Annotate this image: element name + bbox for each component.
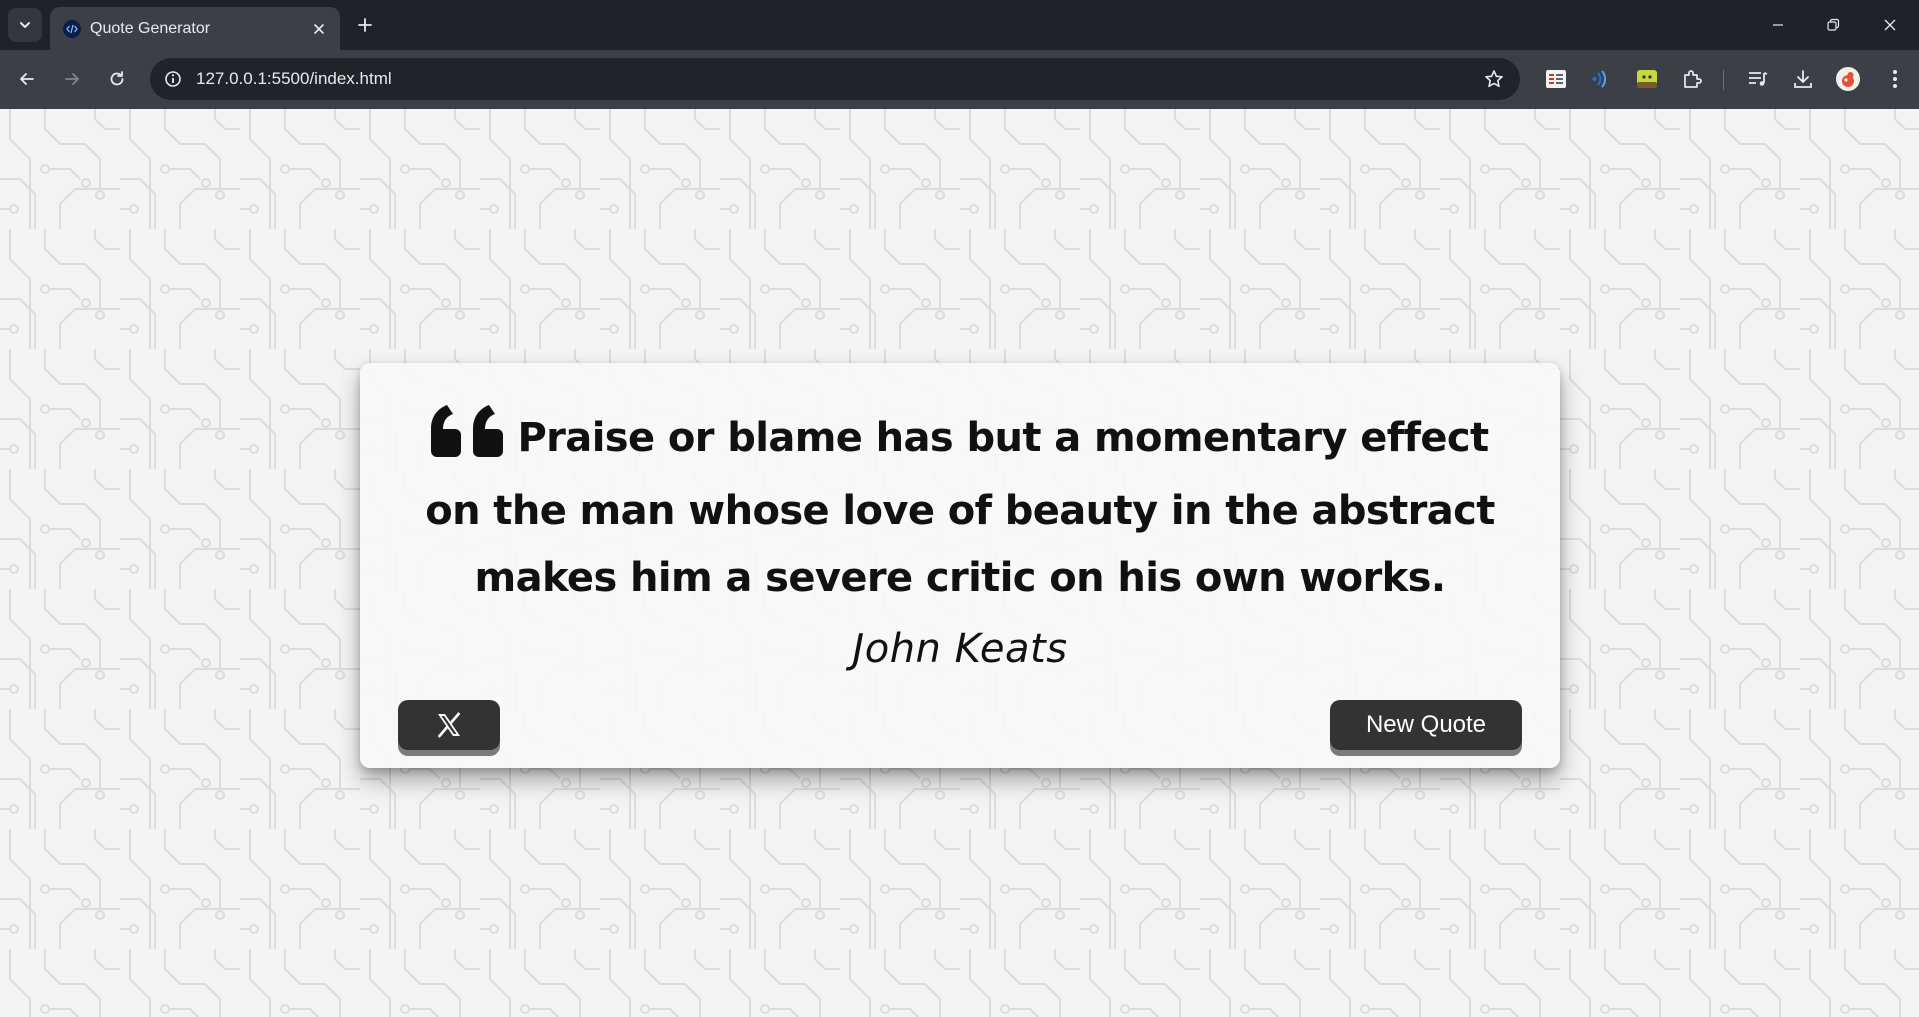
- reload-button[interactable]: [100, 62, 134, 96]
- browser-tabstrip: Quote Generator: [0, 0, 1919, 50]
- chevron-down-icon: [20, 22, 30, 28]
- restore-button[interactable]: [1805, 0, 1861, 50]
- quote-left-icon: [431, 405, 504, 478]
- quote-text-block: Praise or blame has but a momentary effe…: [400, 405, 1520, 612]
- tab-close-button[interactable]: [308, 18, 330, 40]
- avatar-icon[interactable]: [1833, 64, 1863, 94]
- minimize-button[interactable]: [1750, 0, 1806, 50]
- close-icon: [1884, 19, 1896, 31]
- green-extension-icon[interactable]: [1632, 64, 1662, 94]
- forward-arrow-icon: [65, 73, 79, 85]
- minimize-icon: [1773, 24, 1783, 26]
- restore-icon: [1827, 18, 1840, 31]
- download-icon[interactable]: [1788, 64, 1818, 94]
- back-button[interactable]: [10, 62, 44, 96]
- plus-icon: [358, 18, 372, 32]
- toolbar-separator: [1723, 70, 1724, 90]
- x-logo-icon: [437, 712, 461, 738]
- browser-tab[interactable]: Quote Generator: [50, 7, 340, 50]
- puzzle-icon[interactable]: [1677, 64, 1707, 94]
- code-icon: [63, 20, 81, 38]
- quote-card: Praise or blame has but a momentary effe…: [360, 363, 1560, 768]
- tab-title: Quote Generator: [90, 20, 211, 37]
- forward-button[interactable]: [55, 62, 89, 96]
- star-icon[interactable]: [1482, 67, 1506, 91]
- browser-toolbar: 127.0.0.1:5500/index.html: [0, 50, 1919, 109]
- address-bar[interactable]: 127.0.0.1:5500/index.html: [150, 58, 1520, 100]
- new-quote-button[interactable]: New Quote: [1330, 700, 1522, 750]
- reload-icon: [110, 71, 124, 86]
- info-icon[interactable]: [160, 66, 186, 92]
- playlist-icon[interactable]: [1743, 64, 1773, 94]
- url-text[interactable]: 127.0.0.1:5500/index.html: [196, 69, 392, 89]
- page-viewport: Praise or blame has but a momentary effe…: [0, 109, 1919, 1017]
- close-window-button[interactable]: [1862, 0, 1918, 50]
- tab-search-button[interactable]: [8, 8, 42, 42]
- tweet-button[interactable]: [398, 700, 500, 750]
- close-icon: [314, 24, 324, 34]
- kebab-menu-icon[interactable]: [1880, 64, 1910, 94]
- list-extension-icon[interactable]: [1541, 64, 1571, 94]
- quote-author: John Keats: [852, 626, 1068, 672]
- new-tab-button[interactable]: [352, 12, 378, 38]
- audio-extension-icon[interactable]: [1586, 64, 1616, 94]
- back-arrow-icon: [20, 73, 34, 85]
- quote-text: Praise or blame has but a momentary effe…: [425, 415, 1495, 601]
